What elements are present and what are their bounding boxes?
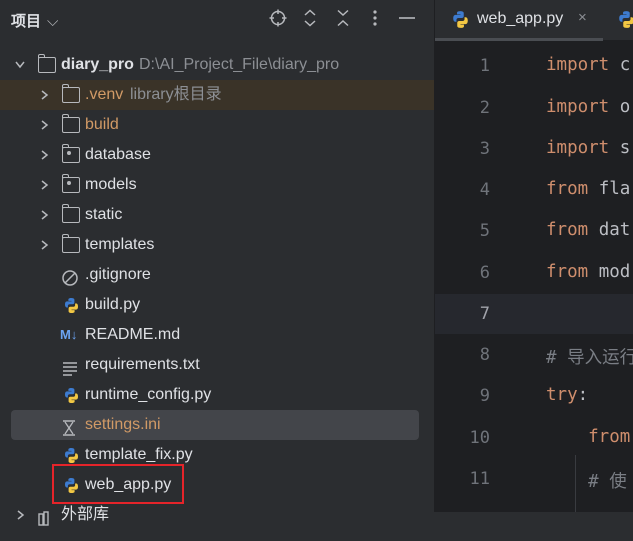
editor-tab-bar: web_app.py × <box>435 0 633 41</box>
line-number: 8 <box>479 345 490 365</box>
tree-item-annotation: library根目录 <box>130 86 222 103</box>
tree-item-label: .venv <box>85 86 124 103</box>
tree-item-label: models <box>85 176 137 193</box>
tree-item-label: database <box>85 146 151 163</box>
tree-file-build-py[interactable]: build.py <box>0 290 434 320</box>
tree-item-label: build.py <box>85 296 141 313</box>
python-file-icon <box>62 387 80 403</box>
python-file-icon <box>451 10 470 34</box>
tree-folder-templates[interactable]: templates <box>0 230 434 260</box>
tree-file-requirements[interactable]: requirements.txt <box>0 350 434 380</box>
chevron-right-icon[interactable] <box>38 140 50 170</box>
tree-item-label: README.md <box>85 326 181 343</box>
tab-next-partial[interactable] <box>617 0 633 40</box>
tree-external-libraries[interactable]: 外部库 <box>0 500 434 530</box>
tree-folder-build[interactable]: build <box>0 110 434 140</box>
line-number: 11 <box>469 469 490 489</box>
line-number: 2 <box>479 98 490 118</box>
code-line: from <box>546 427 631 447</box>
ignore-file-icon <box>62 267 80 286</box>
python-file-icon <box>617 10 633 34</box>
tree-file-runtime-config[interactable]: runtime_config.py <box>0 380 434 410</box>
line-number-current: 7 <box>479 304 490 324</box>
locate-icon[interactable] <box>268 7 288 29</box>
line-number: 5 <box>479 221 490 241</box>
highlight-annotation-box <box>52 464 184 504</box>
package-folder-icon <box>61 174 80 193</box>
tree-file-gitignore[interactable]: .gitignore <box>0 260 434 290</box>
close-tab-icon[interactable]: × <box>578 9 587 26</box>
library-icon <box>38 507 56 526</box>
code-line: try: <box>546 385 589 405</box>
code-line: import c <box>546 55 631 75</box>
collapse-all-icon[interactable] <box>333 7 353 29</box>
tree-item-label: .gitignore <box>85 266 151 283</box>
tree-root-diary-pro[interactable]: diary_pro D:\AI_Project_File\diary_pro <box>0 50 434 80</box>
chevron-right-icon[interactable] <box>38 80 50 110</box>
chevron-down-icon[interactable] <box>14 50 26 80</box>
code-line: import s <box>546 138 631 158</box>
tree-folder-models[interactable]: models <box>0 170 434 200</box>
text-file-icon <box>62 357 80 376</box>
tree-root-label: diary_pro <box>61 56 134 73</box>
folder-icon <box>61 234 80 253</box>
line-number: 1 <box>479 56 490 76</box>
python-file-icon <box>62 447 80 463</box>
code-line: from dat <box>546 220 631 240</box>
chevron-right-icon[interactable] <box>38 200 50 230</box>
folder-icon <box>37 54 56 73</box>
code-editor[interactable]: web_app.py × 1 2 3 4 5 6 7 8 9 10 11 imp… <box>435 0 633 512</box>
line-number: 6 <box>479 263 490 283</box>
tree-folder-venv[interactable]: .venv library根目录 <box>0 80 434 110</box>
folder-icon <box>61 84 80 103</box>
tree-item-label: settings.ini <box>85 416 161 433</box>
chevron-right-icon[interactable] <box>38 230 50 260</box>
line-number: 10 <box>469 428 490 448</box>
expand-all-icon[interactable] <box>300 7 320 29</box>
tab-label: web_app.py <box>477 10 564 27</box>
tree-item-label: 外部库 <box>61 506 110 523</box>
tree-root-path: D:\AI_Project_File\diary_pro <box>139 56 340 73</box>
project-tool-window: 项目 ⌵ diary_pro D:\AI_Project_File\diary_p… <box>0 0 435 526</box>
line-number: 4 <box>479 180 490 200</box>
project-header: 项目 ⌵ <box>0 0 434 38</box>
active-tab-indicator <box>435 38 603 41</box>
more-options-icon[interactable] <box>365 7 385 29</box>
tree-item-label: build <box>85 116 119 133</box>
tree-folder-static[interactable]: static <box>0 200 434 230</box>
project-view-selector[interactable]: 项目 ⌵ <box>11 10 58 31</box>
code-line: import o <box>546 97 631 117</box>
tree-item-label: requirements.txt <box>85 356 200 373</box>
code-line: from mod <box>546 262 631 282</box>
folder-icon <box>61 204 80 223</box>
code-line-comment: # 使 <box>546 472 627 492</box>
chevron-right-icon[interactable] <box>38 170 50 200</box>
code-line: from fla <box>546 179 631 199</box>
package-folder-icon <box>61 144 80 163</box>
tree-file-settings-ini[interactable]: settings.ini <box>11 410 419 440</box>
config-file-icon <box>62 417 80 436</box>
line-number: 9 <box>479 386 490 406</box>
chevron-right-icon[interactable] <box>14 500 26 530</box>
code-line-comment: # 导入运行 <box>546 348 633 368</box>
chevron-down-icon[interactable]: ⌵ <box>47 13 58 30</box>
tree-item-label: runtime_config.py <box>85 386 212 403</box>
tab-web-app-py[interactable]: web_app.py × <box>435 0 603 41</box>
python-file-icon <box>62 297 80 313</box>
project-title: 项目 <box>11 13 42 30</box>
tree-file-readme[interactable]: M↓ README.md <box>0 320 434 350</box>
line-number: 3 <box>479 139 490 159</box>
folder-icon <box>61 114 80 133</box>
hide-panel-icon[interactable] <box>397 7 417 29</box>
markdown-file-icon: M↓ <box>60 327 78 342</box>
tree-item-label: templates <box>85 236 155 253</box>
chevron-right-icon[interactable] <box>38 110 50 140</box>
tree-folder-database[interactable]: database <box>0 140 434 170</box>
tree-item-label: static <box>85 206 123 223</box>
